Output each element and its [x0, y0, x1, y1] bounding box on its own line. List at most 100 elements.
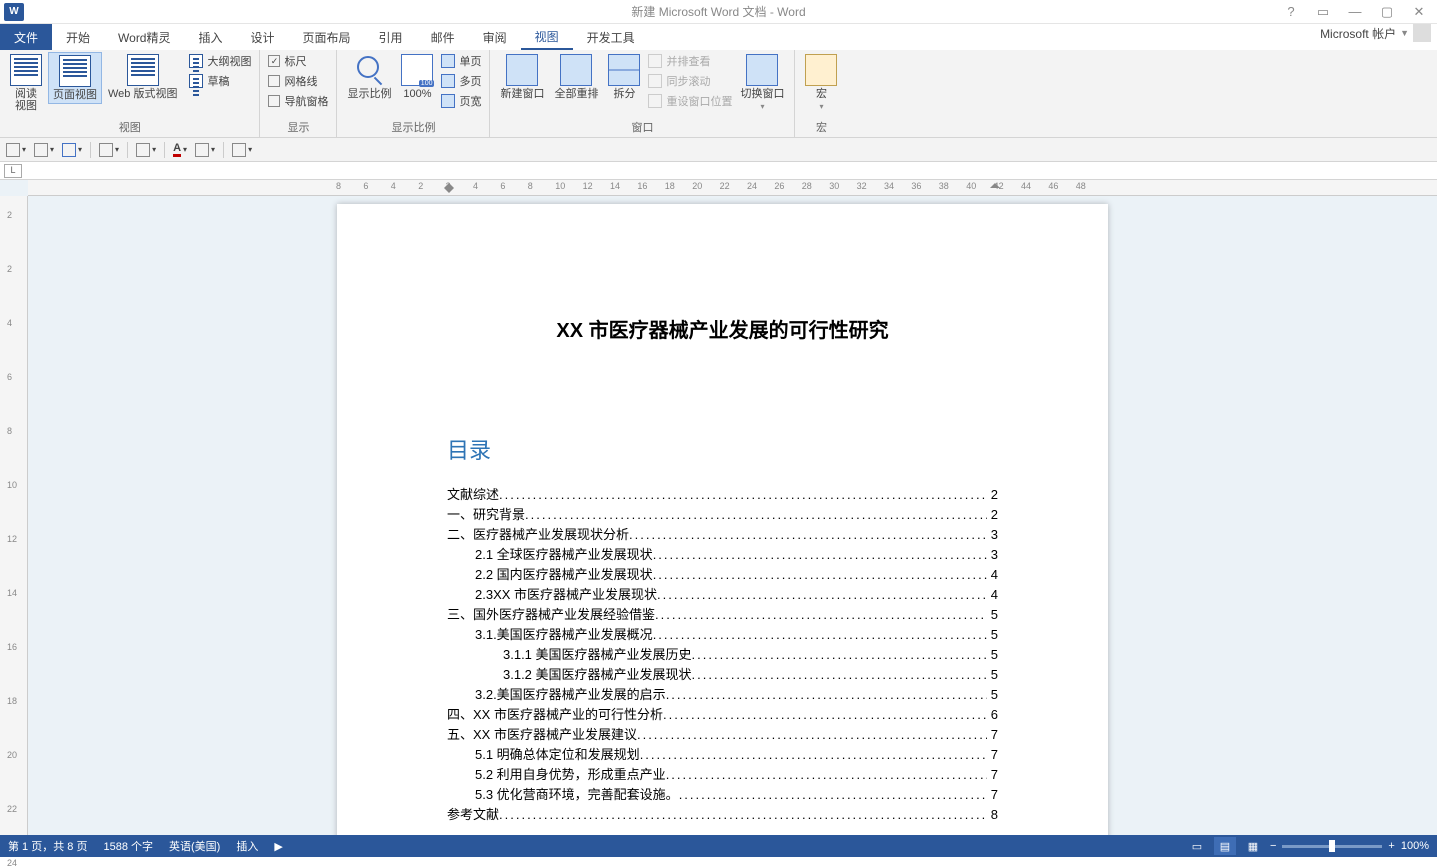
- tab-references[interactable]: 引用: [365, 24, 417, 50]
- view-print-layout-button[interactable]: ▤: [1214, 837, 1236, 855]
- tab-design[interactable]: 设计: [237, 24, 289, 50]
- status-insert-mode[interactable]: 插入: [236, 838, 258, 854]
- toc-entry[interactable]: 五、XX 市医疗器械产业发展建议 .......................…: [447, 725, 998, 745]
- ruler-tick: 22: [7, 804, 17, 814]
- document-title[interactable]: XX 市医疗器械产业发展的可行性研究: [447, 314, 998, 343]
- outline-view-button[interactable]: 大纲视图: [187, 52, 253, 70]
- zoom-slider[interactable]: [1282, 845, 1382, 848]
- tab-insert[interactable]: 插入: [185, 24, 237, 50]
- ruler-tick: 38: [939, 181, 949, 191]
- minimize-icon[interactable]: —: [1345, 4, 1365, 20]
- view-read-mode-button[interactable]: ▭: [1186, 837, 1208, 855]
- qat-item-5[interactable]: ▾: [136, 143, 156, 157]
- switch-windows-icon: [746, 54, 778, 86]
- tab-layout[interactable]: 页面布局: [289, 24, 365, 50]
- document-page[interactable]: XX 市医疗器械产业发展的可行性研究 目录 文献综述 .............…: [337, 204, 1108, 835]
- toc-entry-page: 5: [987, 685, 998, 705]
- ribbon-options-icon[interactable]: ▭: [1313, 4, 1333, 20]
- toc-entry[interactable]: 3.1.1 美国医疗器械产业发展历史 .....................…: [447, 645, 998, 665]
- toc-entry[interactable]: 三、国外医疗器械产业发展经验借鉴 .......................…: [447, 605, 998, 625]
- toc-entry[interactable]: 5.3 优化营商环境，完善配套设施。 .....................…: [447, 785, 998, 805]
- toc-entry[interactable]: 2.2 国内医疗器械产业发展现状 .......................…: [447, 565, 998, 585]
- ruler-checkbox[interactable]: ✓标尺: [266, 52, 330, 70]
- title-bar: W 新建 Microsoft Word 文档 - Word ? ▭ — ▢ ✕: [0, 0, 1437, 24]
- horizontal-ruler[interactable]: 8642246810121416182022242628303234363840…: [28, 180, 1437, 196]
- toc-entry[interactable]: 5.1 明确总体定位和发展规划 ........................…: [447, 745, 998, 765]
- status-page[interactable]: 第 1 页，共 8 页: [8, 838, 87, 854]
- web-layout-button[interactable]: Web 版式视图: [104, 52, 181, 102]
- toc-entry[interactable]: 2.1 全球医疗器械产业发展现状 .......................…: [447, 545, 998, 565]
- view-web-layout-button[interactable]: ▦: [1242, 837, 1264, 855]
- ruler-tick: 28: [802, 181, 812, 191]
- qat-item-3[interactable]: ▾: [62, 143, 82, 157]
- tab-home[interactable]: 开始: [52, 24, 104, 50]
- toc-entry[interactable]: 二、医疗器械产业发展现状分析 .........................…: [447, 525, 998, 545]
- multi-page-button[interactable]: 多页: [439, 72, 483, 90]
- one-page-button[interactable]: 单页: [439, 52, 483, 70]
- status-word-count[interactable]: 1588 个字: [103, 838, 153, 854]
- toc-entry[interactable]: 一、研究背景 .................................…: [447, 505, 998, 525]
- draft-view-button[interactable]: 草稿: [187, 72, 253, 90]
- toc-entry[interactable]: 5.2 利用自身优势，形成重点产业 ......................…: [447, 765, 998, 785]
- toc-leader: ........................................…: [692, 665, 987, 685]
- document-viewport[interactable]: XX 市医疗器械产业发展的可行性研究 目录 文献综述 .............…: [28, 196, 1437, 835]
- arrange-all-button[interactable]: 全部重排: [550, 52, 602, 102]
- close-icon[interactable]: ✕: [1409, 4, 1429, 20]
- qat-item-1[interactable]: ▾: [6, 143, 26, 157]
- account-menu[interactable]: Microsoft 帐户 ▼: [1320, 24, 1431, 42]
- zoom-100-button[interactable]: 100 100%: [397, 52, 437, 102]
- checkbox-icon: [268, 75, 280, 87]
- toc-heading[interactable]: 目录: [447, 433, 998, 465]
- tab-stop-selector[interactable]: L: [4, 164, 22, 178]
- tab-view[interactable]: 视图: [521, 24, 573, 50]
- qat-border[interactable]: ▾: [195, 143, 215, 157]
- read-mode-button[interactable]: 阅读 视图: [6, 52, 46, 114]
- zoom-in-button[interactable]: +: [1388, 840, 1394, 852]
- toc-entry[interactable]: 四、XX 市医疗器械产业的可行性分析 .....................…: [447, 705, 998, 725]
- nav-pane-checkbox[interactable]: 导航窗格: [266, 92, 330, 110]
- new-window-button[interactable]: 新建窗口: [496, 52, 548, 102]
- maximize-icon[interactable]: ▢: [1377, 4, 1397, 20]
- qat-icon: [99, 143, 113, 157]
- toc-entry-text: 5.2 利用自身优势，形成重点产业: [475, 765, 666, 785]
- toc-leader: ........................................…: [663, 705, 987, 725]
- qat-font-color[interactable]: A▾: [173, 142, 187, 157]
- print-layout-button[interactable]: 页面视图: [48, 52, 102, 104]
- toc-entry-text: 参考文献: [447, 805, 499, 825]
- group-views-label: 视图: [6, 117, 253, 137]
- split-button[interactable]: 拆分: [604, 52, 644, 102]
- tab-wordgenie[interactable]: Word精灵: [104, 24, 184, 50]
- qat-item-4[interactable]: ▾: [99, 143, 119, 157]
- tab-review[interactable]: 审阅: [469, 24, 521, 50]
- qat-item-2[interactable]: ▾: [34, 143, 54, 157]
- zoom-slider-thumb[interactable]: [1329, 840, 1335, 852]
- tab-mailings[interactable]: 邮件: [417, 24, 469, 50]
- switch-windows-button[interactable]: 切换窗口▾: [736, 52, 788, 115]
- reset-position-icon: [648, 94, 662, 108]
- zoom-label: 显示比例: [347, 88, 391, 100]
- toc-entry[interactable]: 3.1.美国医疗器械产业发展概况 .......................…: [447, 625, 998, 645]
- tab-developer[interactable]: 开发工具: [573, 24, 649, 50]
- qat-item-8[interactable]: ▾: [232, 143, 252, 157]
- toc-entry[interactable]: 文献综述 ...................................…: [447, 485, 998, 505]
- zoom-out-button[interactable]: −: [1270, 840, 1276, 852]
- page-width-button[interactable]: 页宽: [439, 92, 483, 110]
- macros-button[interactable]: 宏▾: [801, 52, 841, 115]
- zoom-level[interactable]: 100%: [1401, 840, 1429, 852]
- toc-entry[interactable]: 2.3XX 市医疗器械产业发展现状 ......................…: [447, 585, 998, 605]
- side-by-side-icon: [648, 54, 662, 68]
- toc-entry-page: 5: [987, 645, 998, 665]
- gridlines-checkbox[interactable]: 网格线: [266, 72, 330, 90]
- table-of-contents[interactable]: 文献综述 ...................................…: [447, 485, 998, 825]
- tab-file[interactable]: 文件: [0, 24, 52, 50]
- status-language[interactable]: 英语(美国): [169, 838, 220, 854]
- vertical-ruler[interactable]: 224681012141618202224: [0, 196, 28, 835]
- zoom-button[interactable]: 显示比例: [343, 52, 395, 102]
- toc-entry[interactable]: 参考文献 ...................................…: [447, 805, 998, 825]
- status-macro-icon[interactable]: ▶: [274, 840, 282, 853]
- toc-entry[interactable]: 3.2.美国医疗器械产业发展的启示 ......................…: [447, 685, 998, 705]
- group-window-label: 窗口: [496, 117, 788, 137]
- toc-entry-text: 3.1.2 美国医疗器械产业发展现状: [503, 665, 692, 685]
- toc-entry[interactable]: 3.1.2 美国医疗器械产业发展现状 .....................…: [447, 665, 998, 685]
- help-icon[interactable]: ?: [1281, 4, 1301, 20]
